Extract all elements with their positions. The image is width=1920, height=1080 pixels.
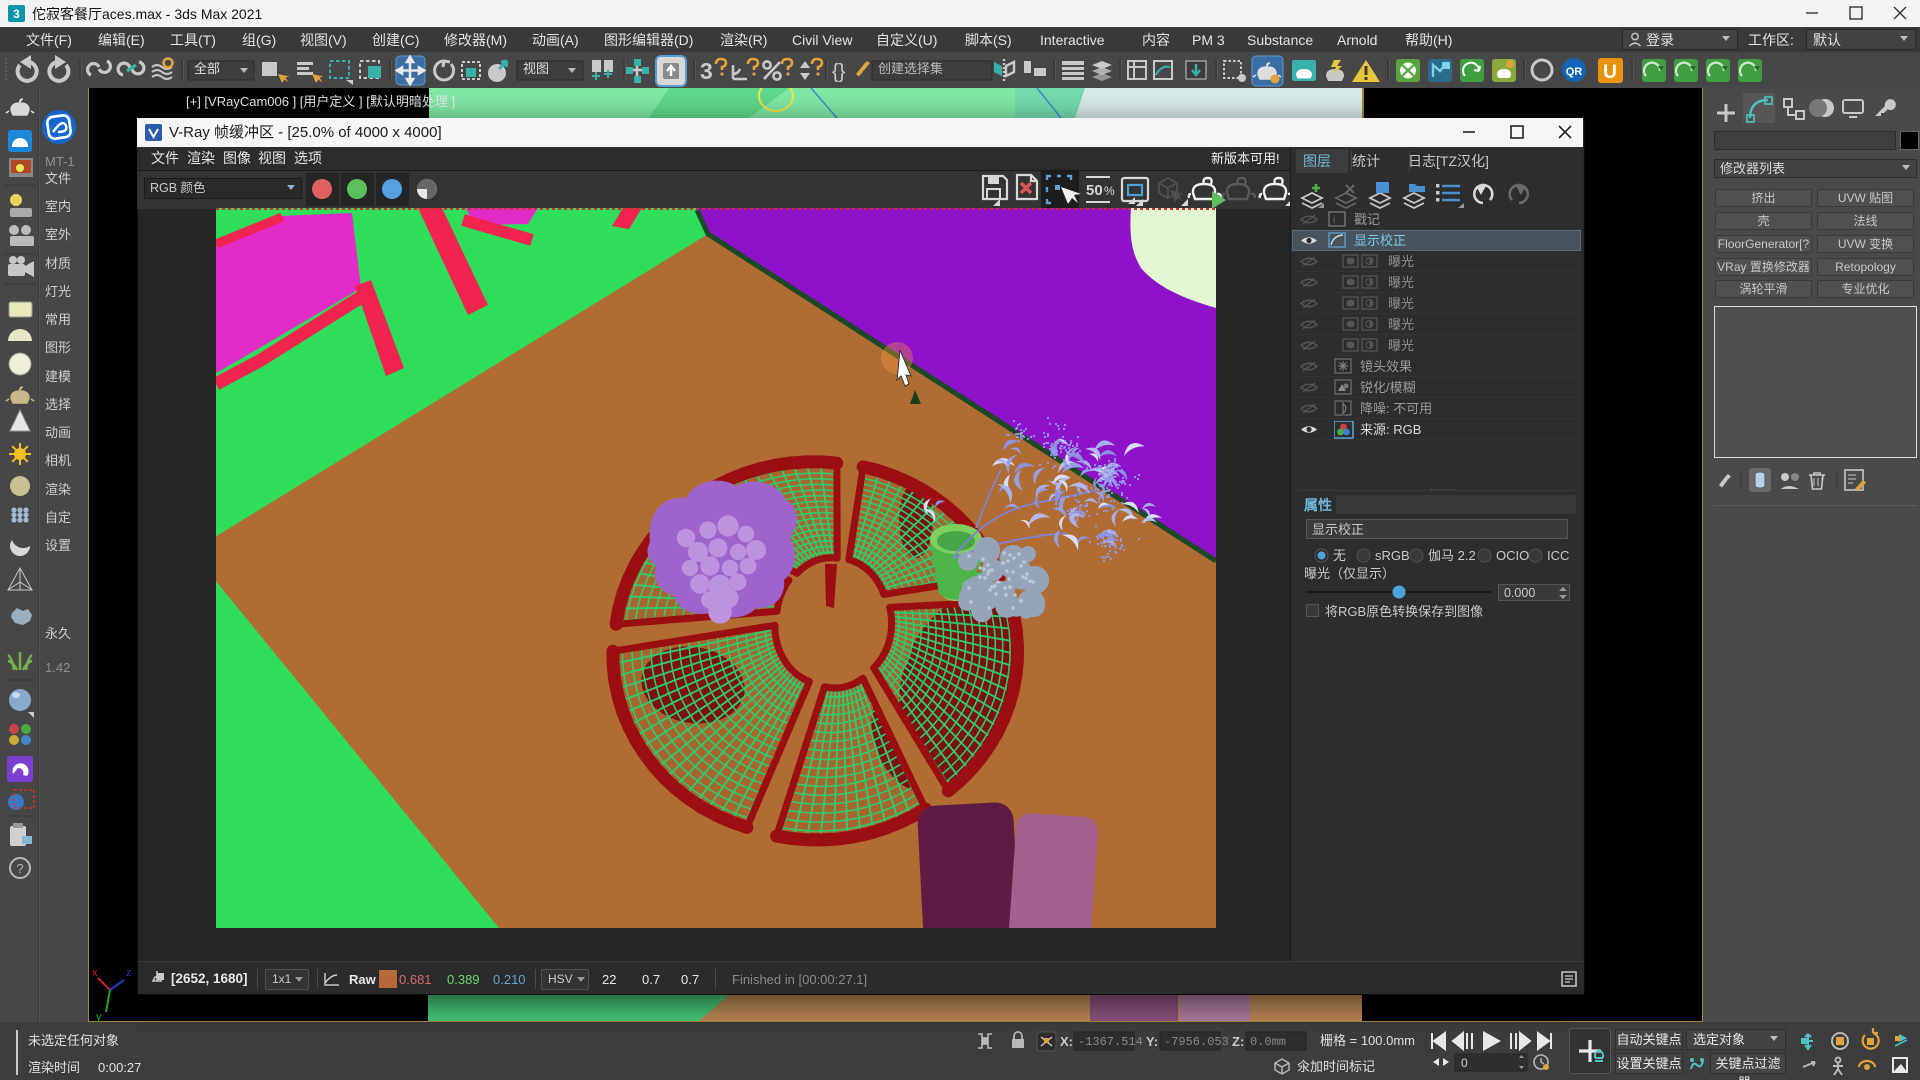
svg-text:i: i bbox=[1333, 215, 1335, 226]
svg-text:y: y bbox=[96, 1011, 102, 1022]
svg-text:z: z bbox=[126, 967, 132, 979]
svg-text:3: 3 bbox=[13, 7, 20, 21]
svg-text:-7956.053: -7956.053 bbox=[1164, 1035, 1229, 1049]
svg-text:%: % bbox=[1104, 184, 1115, 198]
svg-text:50: 50 bbox=[1086, 182, 1103, 199]
svg-text:{}: {} bbox=[832, 61, 846, 83]
svg-text:QR: QR bbox=[1566, 66, 1583, 78]
svg-text:?: ? bbox=[16, 861, 23, 876]
svg-text:Y:: Y: bbox=[1146, 1034, 1158, 1049]
svg-text:0.0mm: 0.0mm bbox=[1250, 1035, 1286, 1049]
svg-text:X:: X: bbox=[1060, 1034, 1073, 1049]
svg-text:3: 3 bbox=[700, 58, 713, 84]
svg-text:x: x bbox=[92, 967, 98, 979]
svg-text:U: U bbox=[1603, 62, 1617, 83]
svg-text:-1367.514: -1367.514 bbox=[1078, 1035, 1143, 1049]
svg-text:0: 0 bbox=[1461, 1056, 1468, 1070]
svg-text:Z:: Z: bbox=[1232, 1034, 1244, 1049]
